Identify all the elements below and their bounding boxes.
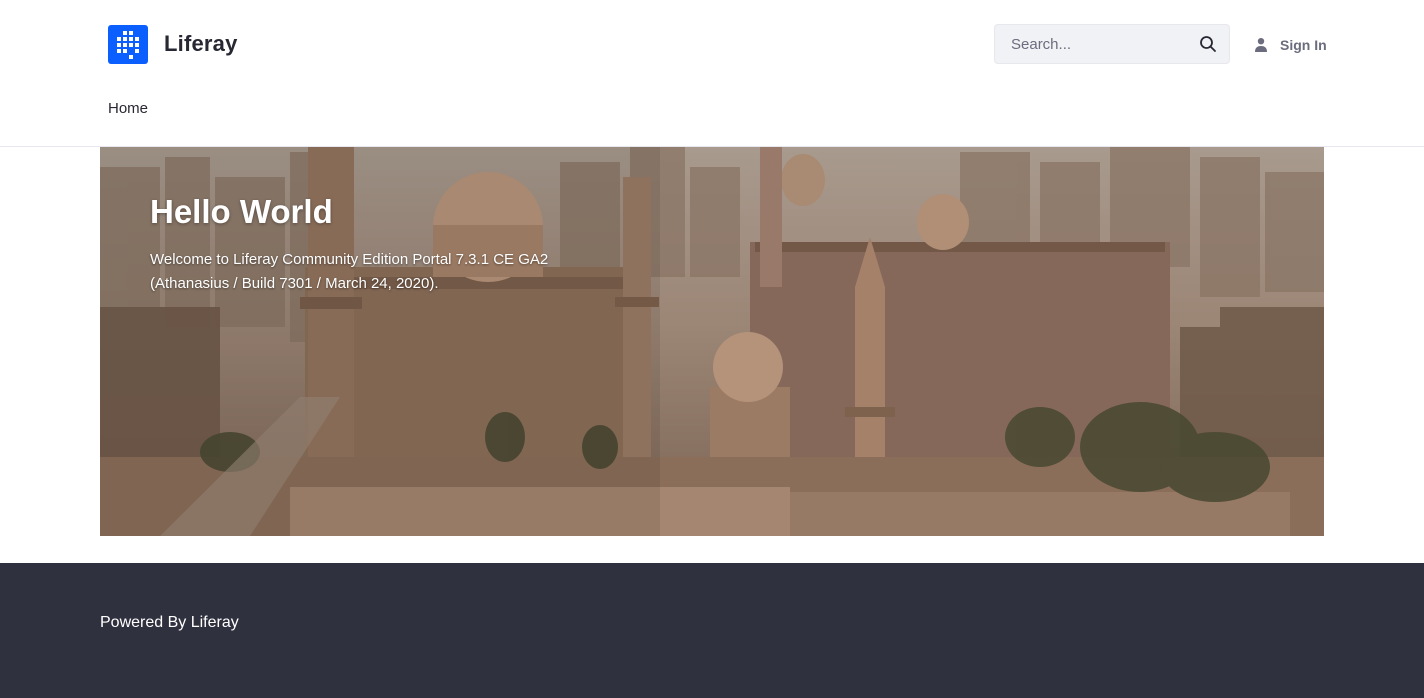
sign-in-link[interactable]: Sign In (1254, 34, 1327, 56)
search-input[interactable] (995, 25, 1191, 63)
search-icon[interactable] (1199, 35, 1217, 53)
site-name[interactable]: Liferay (164, 31, 238, 57)
site-header: Liferay Sign In Home (0, 0, 1424, 147)
hero-description: Welcome to Liferay Community Edition Por… (150, 251, 549, 292)
liferay-logo-icon[interactable] (108, 25, 148, 64)
footer-powered-by: Powered By Liferay (100, 614, 239, 631)
nav-item-home[interactable]: Home (108, 100, 148, 117)
search-box (994, 24, 1230, 64)
hero-banner: Hello World Welcome to Liferay Community… (100, 147, 1324, 536)
site-footer: Powered By Liferay (0, 563, 1424, 698)
user-icon (1255, 38, 1267, 52)
sign-in-label: Sign In (1280, 37, 1327, 53)
hero-title: Hello World (150, 193, 333, 230)
